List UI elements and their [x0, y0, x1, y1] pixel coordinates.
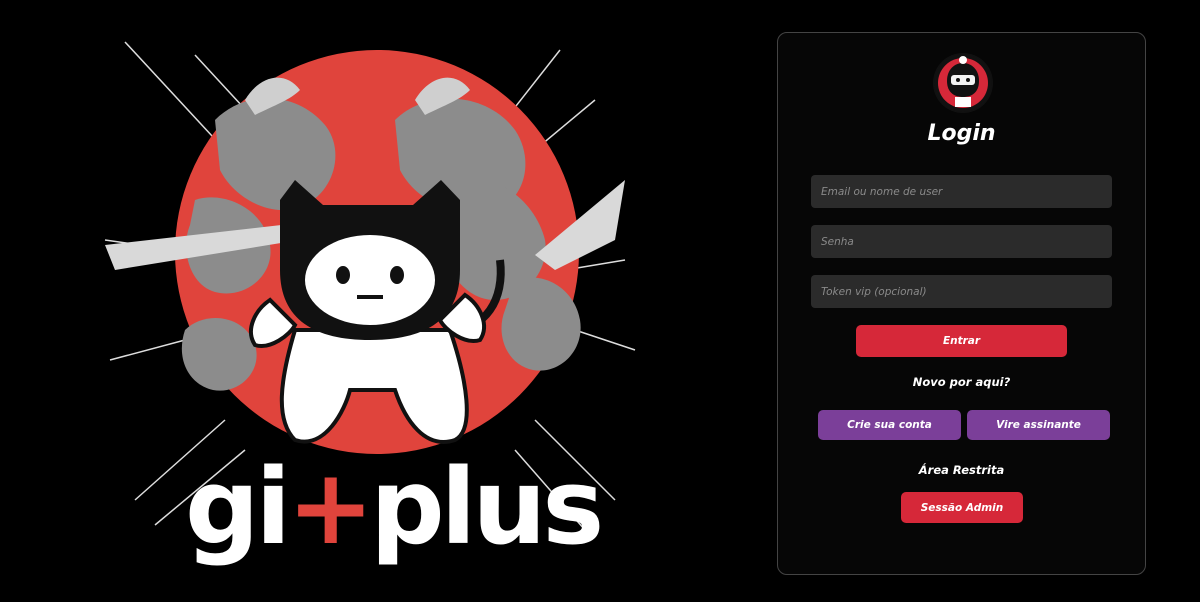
subscribe-button[interactable]: Vire assinante	[967, 410, 1110, 440]
login-page: gi+plus Login Entrar Novo por aqui? Crie…	[0, 0, 1200, 602]
brand-logo-suffix: plus	[370, 446, 604, 568]
login-card: Login Entrar Novo por aqui? Crie sua con…	[777, 32, 1146, 575]
email-field[interactable]	[811, 175, 1112, 208]
login-title: Login	[927, 121, 996, 146]
admin-session-button[interactable]: Sessão Admin	[901, 492, 1023, 523]
new-here-text: Novo por aqui?	[912, 375, 1011, 389]
create-account-button[interactable]: Crie sua conta	[818, 410, 961, 440]
hero-illustration: gi + plus	[95, 30, 655, 590]
brand-logo: gi + plus	[185, 446, 604, 568]
brand-plus-mark: +	[287, 446, 374, 568]
password-field[interactable]	[811, 225, 1112, 258]
ninja-cat-icon	[933, 53, 993, 113]
login-submit-button[interactable]: Entrar	[856, 325, 1067, 357]
restricted-area-text: Área Restrita	[918, 463, 1005, 477]
brand-logo-prefix: gi	[185, 446, 291, 568]
vip-token-field[interactable]	[811, 275, 1112, 308]
